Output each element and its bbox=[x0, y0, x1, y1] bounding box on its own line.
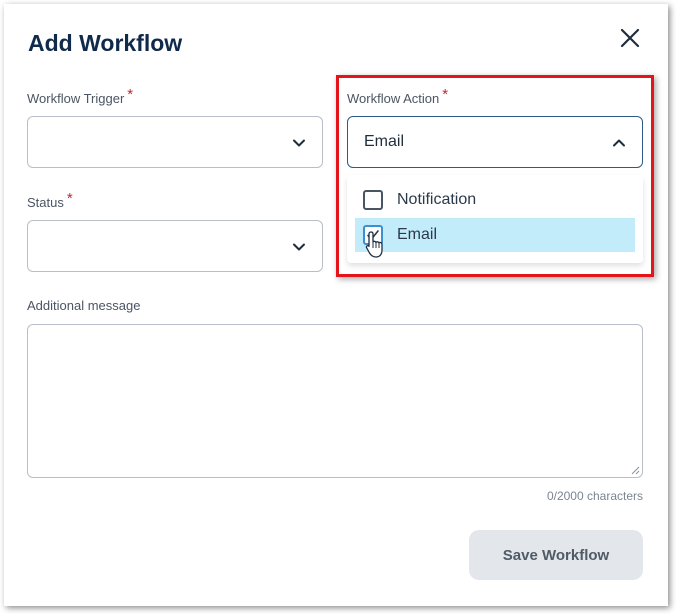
required-mark: * bbox=[442, 86, 449, 103]
workflow-action-select[interactable]: Email bbox=[347, 116, 643, 168]
workflow-trigger-label-text: Workflow Trigger bbox=[27, 91, 125, 106]
save-workflow-button[interactable]: Save Workflow bbox=[469, 530, 643, 580]
chevron-up-icon bbox=[613, 139, 625, 147]
chevron-down-icon bbox=[293, 139, 305, 147]
option-notification-label: Notification bbox=[397, 191, 477, 208]
workflow-trigger-select[interactable] bbox=[27, 116, 323, 168]
resize-grip-icon[interactable] bbox=[630, 465, 640, 475]
option-email[interactable]: Email bbox=[355, 218, 635, 252]
email-checkbox[interactable] bbox=[363, 225, 383, 245]
workflow-action-dropdown-menu: Notification Email bbox=[347, 175, 643, 263]
required-mark: * bbox=[66, 190, 73, 207]
add-workflow-dialog: Add Workflow Workflow Trigger * Status * W… bbox=[4, 4, 668, 606]
character-counter: 0/2000 characters bbox=[546, 489, 643, 503]
additional-message-textarea[interactable] bbox=[27, 324, 643, 478]
workflow-action-label: Workflow Action * bbox=[347, 86, 448, 107]
checkmark-icon bbox=[367, 230, 379, 240]
required-mark: * bbox=[127, 86, 134, 103]
status-label-text: Status bbox=[27, 195, 64, 210]
dialog-title: Add Workflow bbox=[28, 30, 183, 56]
status-label: Status * bbox=[27, 190, 73, 211]
close-icon[interactable] bbox=[618, 26, 642, 50]
option-notification[interactable]: Notification bbox=[355, 183, 635, 217]
option-email-label: Email bbox=[397, 226, 438, 243]
workflow-trigger-label: Workflow Trigger * bbox=[27, 86, 133, 107]
workflow-action-label-text: Workflow Action bbox=[347, 91, 440, 106]
chevron-down-icon bbox=[293, 243, 305, 251]
additional-message-label: Additional message bbox=[27, 298, 141, 313]
status-select[interactable] bbox=[27, 220, 323, 272]
notification-checkbox[interactable] bbox=[363, 190, 383, 210]
workflow-action-value: Email bbox=[364, 133, 405, 150]
